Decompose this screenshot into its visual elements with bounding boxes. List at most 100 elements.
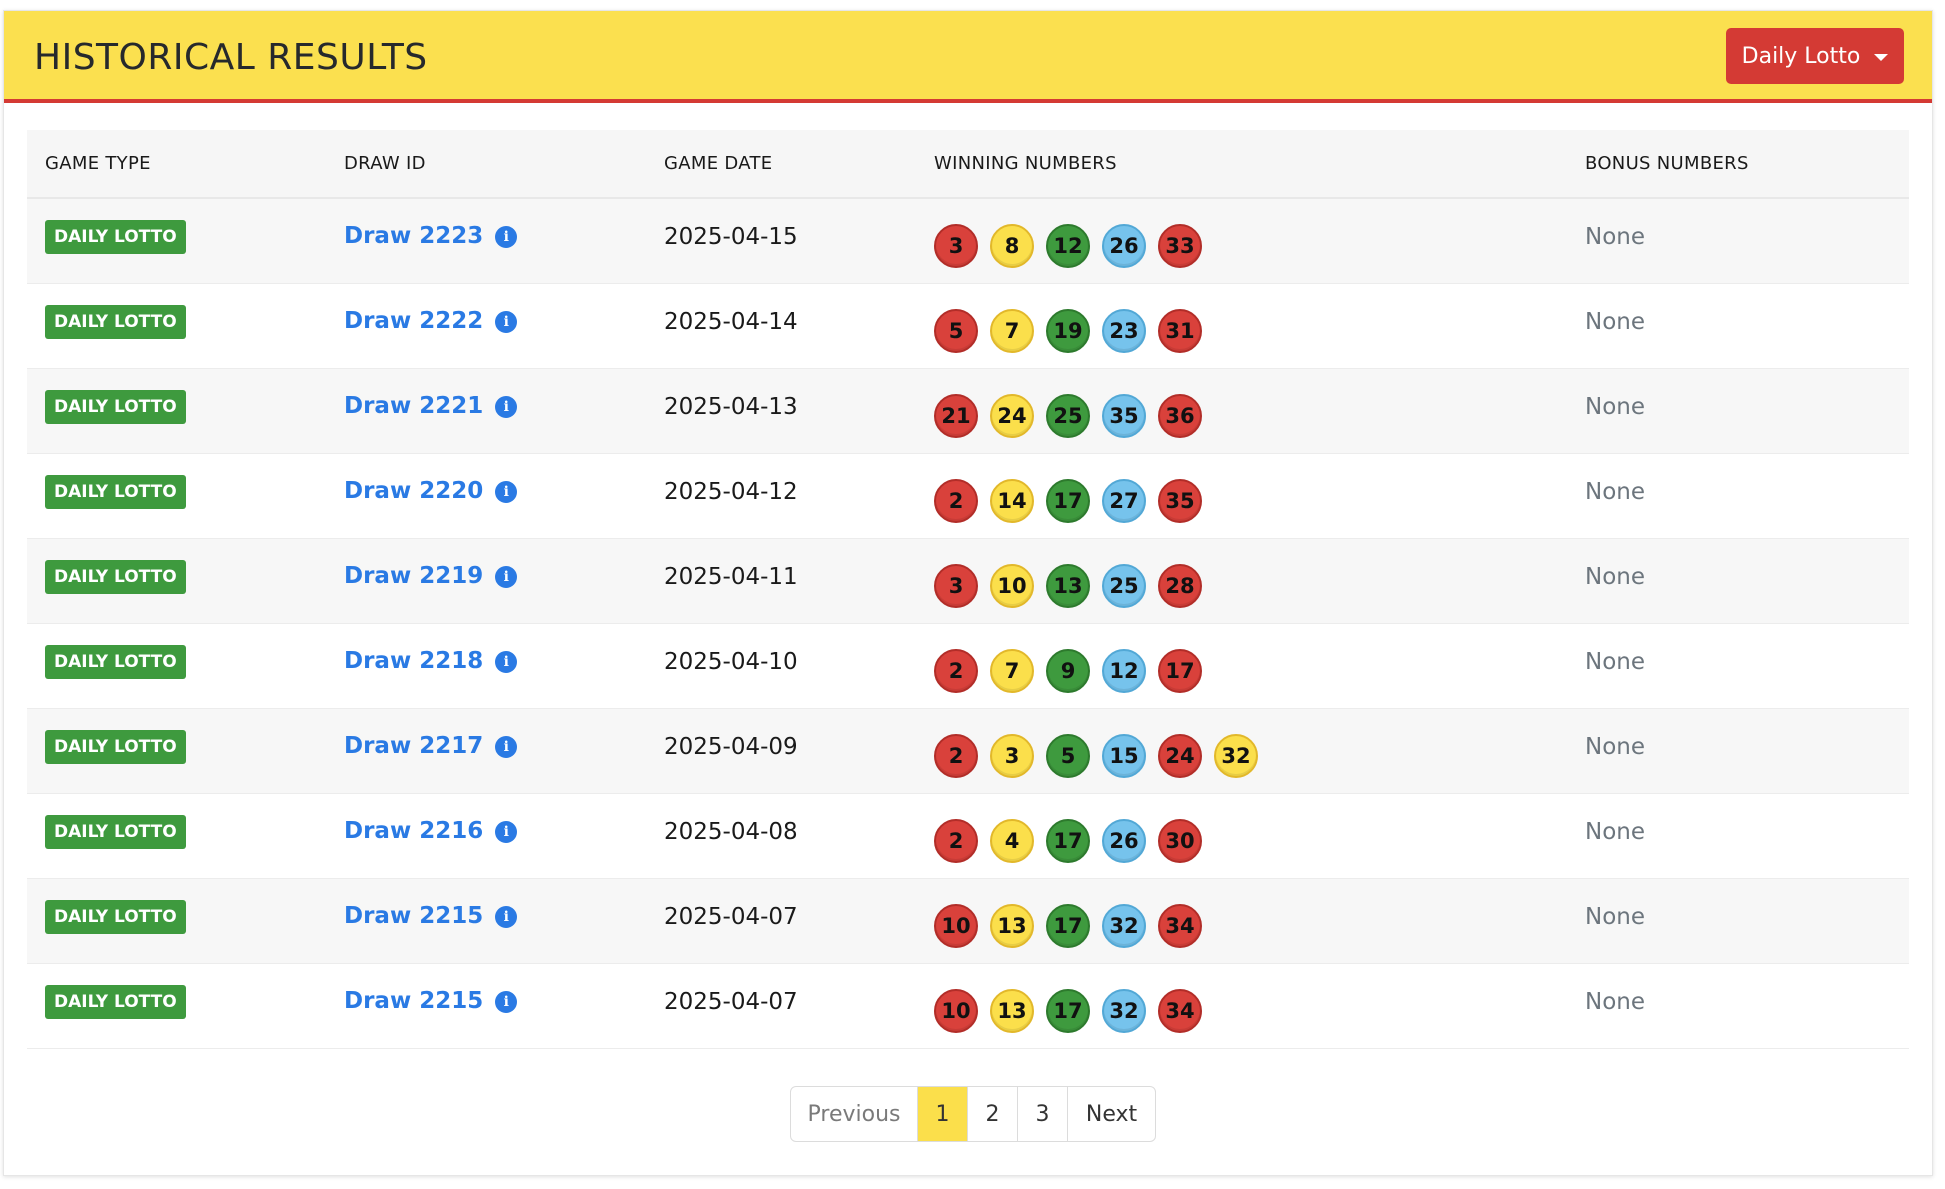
info-icon[interactable]: i: [495, 736, 518, 758]
number-ball: 19: [1046, 308, 1090, 353]
game-type-badge: DAILY LOTTO: [45, 559, 186, 594]
cell-winning-numbers: 2 4 17 26 30: [916, 793, 1567, 878]
table-row: DAILY LOTTO Draw 2219 i 2025-04-11 3 10 13 25 28…: [27, 538, 1909, 623]
cell-winning-numbers: 21 24 25 35 36: [916, 368, 1567, 453]
cell-winning-numbers: 2 14 17 27 35: [916, 453, 1567, 538]
pagination-page-1[interactable]: 1: [917, 1087, 967, 1141]
bonus-numbers-value: None: [1585, 733, 1646, 760]
cell-game-date: 2025-04-11: [646, 538, 916, 623]
number-ball: 30: [1158, 818, 1202, 863]
game-date: 2025-04-12: [664, 478, 798, 505]
cell-draw-id: Draw 2215 i: [326, 963, 646, 1048]
draw-link[interactable]: Draw 2218: [344, 648, 483, 674]
game-date: 2025-04-13: [664, 393, 798, 420]
draw-link[interactable]: Draw 2220: [344, 478, 483, 504]
number-ball: 7: [990, 648, 1034, 693]
winning-numbers-list: 2 3 5 15 24 32: [934, 724, 1567, 778]
game-type-badge: DAILY LOTTO: [45, 219, 186, 254]
draw-link[interactable]: Draw 2215: [344, 988, 483, 1014]
table-row: DAILY LOTTO Draw 2215 i 2025-04-07 10 13 17 32 3…: [27, 963, 1909, 1048]
game-date: 2025-04-11: [664, 563, 798, 590]
number-ball: 7: [990, 308, 1034, 353]
pagination-previous-button[interactable]: Previous: [791, 1087, 917, 1141]
cell-bonus-numbers: None: [1567, 283, 1909, 368]
info-icon[interactable]: i: [495, 226, 518, 249]
info-icon[interactable]: i: [495, 906, 518, 928]
number-ball: 32: [1102, 988, 1146, 1033]
draw-link[interactable]: Draw 2221: [344, 393, 483, 419]
cell-winning-numbers: 5 7 19 23 31: [916, 283, 1567, 368]
draw-link[interactable]: Draw 2223: [344, 223, 483, 249]
number-ball: 12: [1102, 648, 1146, 693]
number-ball: 17: [1046, 988, 1090, 1033]
cell-game-date: 2025-04-13: [646, 368, 916, 453]
number-ball: 36: [1158, 393, 1202, 438]
winning-numbers-list: 2 4 17 26 30: [934, 809, 1567, 863]
number-ball: 31: [1158, 308, 1202, 353]
number-ball: 9: [1046, 648, 1090, 693]
number-ball: 2: [934, 478, 978, 523]
pagination-page-3[interactable]: 3: [1017, 1087, 1067, 1141]
number-ball: 5: [1046, 733, 1090, 778]
cell-bonus-numbers: None: [1567, 878, 1909, 963]
table-row: DAILY LOTTO Draw 2221 i 2025-04-13 21 24 25 35 3…: [27, 368, 1909, 453]
info-icon[interactable]: i: [495, 396, 518, 418]
cell-winning-numbers: 2 3 5 15 24 32: [916, 708, 1567, 793]
draw-link[interactable]: Draw 2216: [344, 818, 483, 844]
draw-link[interactable]: Draw 2222: [344, 308, 483, 334]
table-header-row: GAME TYPE DRAW ID GAME DATE WINNING NUMB…: [27, 130, 1909, 198]
cell-draw-id: Draw 2218 i: [326, 623, 646, 708]
pagination-page-2[interactable]: 2: [967, 1087, 1017, 1141]
draw-link[interactable]: Draw 2215: [344, 903, 483, 929]
number-ball: 2: [934, 648, 978, 693]
info-icon[interactable]: i: [495, 566, 518, 588]
draw-link[interactable]: Draw 2219: [344, 563, 483, 589]
cell-bonus-numbers: None: [1567, 368, 1909, 453]
cell-winning-numbers: 10 13 17 32 34: [916, 878, 1567, 963]
cell-game-date: 2025-04-15: [646, 198, 916, 283]
bonus-numbers-value: None: [1585, 223, 1646, 250]
cell-winning-numbers: 3 10 13 25 28: [916, 538, 1567, 623]
cell-winning-numbers: 2 7 9 12 17: [916, 623, 1567, 708]
cell-draw-id: Draw 2221 i: [326, 368, 646, 453]
pagination-next-button[interactable]: Next: [1067, 1087, 1155, 1141]
number-ball: 27: [1102, 478, 1146, 523]
game-select-label: Daily Lotto: [1741, 43, 1861, 69]
info-icon[interactable]: i: [495, 651, 518, 673]
number-ball: 24: [990, 393, 1034, 438]
game-select-dropdown[interactable]: Daily Lotto: [1726, 28, 1904, 84]
number-ball: 35: [1102, 393, 1146, 438]
column-header-draw-id: DRAW ID: [344, 153, 426, 174]
card-header: HISTORICAL RESULTS Daily Lotto: [4, 11, 1932, 103]
number-ball: 13: [990, 988, 1034, 1033]
info-icon[interactable]: i: [495, 991, 518, 1013]
cell-game-type: DAILY LOTTO: [27, 453, 326, 538]
cell-draw-id: Draw 2220 i: [326, 453, 646, 538]
column-header-winning-numbers: WINNING NUMBERS: [934, 153, 1117, 174]
number-ball: 32: [1102, 903, 1146, 948]
number-ball: 2: [934, 818, 978, 863]
number-ball: 24: [1158, 733, 1202, 778]
cell-bonus-numbers: None: [1567, 453, 1909, 538]
game-date: 2025-04-14: [664, 308, 798, 335]
table-body: DAILY LOTTO Draw 2223 i 2025-04-15 3 8 12 26 33 N…: [27, 198, 1909, 1048]
number-ball: 10: [990, 563, 1034, 608]
game-date: 2025-04-15: [664, 223, 798, 250]
winning-numbers-list: 10 13 17 32 34: [934, 894, 1567, 948]
number-ball: 10: [934, 903, 978, 948]
number-ball: 34: [1158, 903, 1202, 948]
winning-numbers-list: 3 8 12 26 33: [934, 214, 1567, 268]
game-type-badge: DAILY LOTTO: [45, 984, 186, 1019]
info-icon[interactable]: i: [495, 311, 518, 333]
cell-bonus-numbers: None: [1567, 623, 1909, 708]
draw-link[interactable]: Draw 2217: [344, 733, 483, 759]
bonus-numbers-value: None: [1585, 988, 1646, 1015]
winning-numbers-list: 2 7 9 12 17: [934, 639, 1567, 693]
number-ball: 17: [1046, 903, 1090, 948]
cell-game-date: 2025-04-12: [646, 453, 916, 538]
info-icon[interactable]: i: [495, 481, 518, 503]
bonus-numbers-value: None: [1585, 563, 1646, 590]
results-table: GAME TYPE DRAW ID GAME DATE WINNING NUMB…: [27, 130, 1909, 1049]
winning-numbers-list: 5 7 19 23 31: [934, 299, 1567, 353]
info-icon[interactable]: i: [495, 821, 518, 843]
